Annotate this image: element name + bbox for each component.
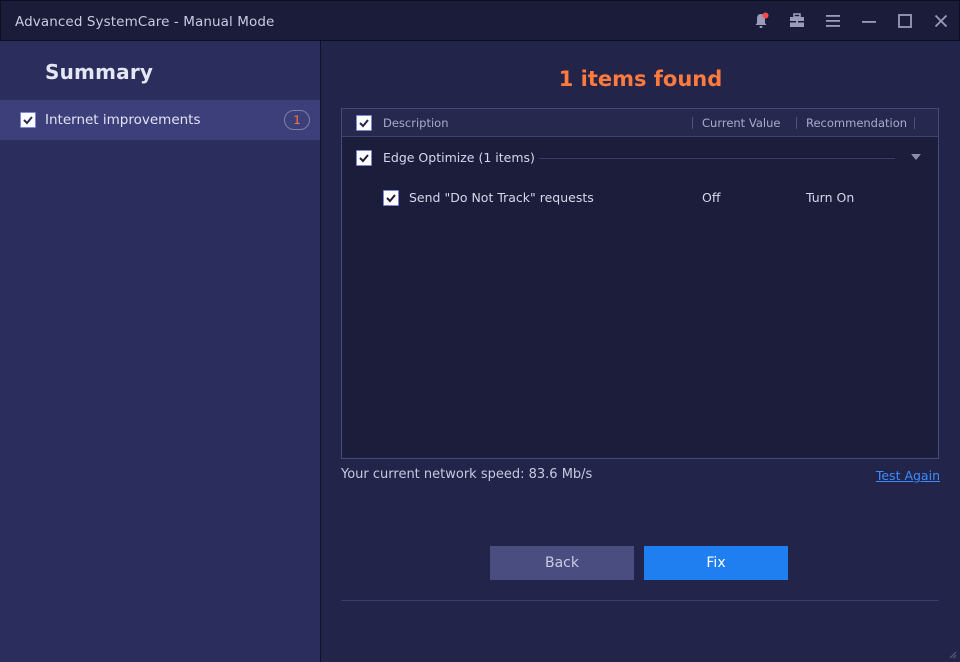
column-divider[interactable] [914,117,915,129]
menu-icon[interactable] [823,11,843,31]
fix-button[interactable]: Fix [644,546,788,580]
checkmark-icon [359,154,369,163]
test-again-link[interactable]: Test Again [876,468,940,483]
table-row[interactable]: Send "Do Not Track" requests Off Turn On [342,187,938,209]
item-current-value: Off [702,190,721,205]
collapse-caret-icon[interactable] [911,154,921,160]
title-bar: Advanced SystemCare - Manual Mode [0,0,960,41]
item-checkbox[interactable] [383,190,399,206]
column-divider[interactable] [796,117,797,129]
checkmark-icon [359,119,369,128]
group-row-edge-optimize[interactable]: Edge Optimize (1 items) [342,147,938,169]
sidebar: Summary Internet improvements 1 [0,41,321,662]
sidebar-item-checkbox[interactable] [20,112,36,128]
count-badge: 1 [284,110,310,130]
main-panel: 1 items found Description Current Value … [321,41,960,662]
items-found-heading: 1 items found [558,67,723,91]
column-header-description: Description [383,116,449,130]
maximize-icon[interactable] [895,11,915,31]
column-divider[interactable] [692,117,693,129]
item-recommendation: Turn On [806,190,855,205]
resize-grip-icon[interactable] [949,651,957,659]
minimize-icon[interactable] [859,11,879,31]
sidebar-item-internet-improvements[interactable]: Internet improvements 1 [0,100,320,140]
checkmark-icon [386,194,396,203]
column-header-recommendation: Recommendation [806,116,908,130]
bell-notification-icon[interactable] [751,11,771,31]
column-header-current-value: Current Value [702,116,781,130]
group-checkbox[interactable] [356,150,372,166]
toolbox-icon[interactable] [787,11,807,31]
item-description: Send "Do Not Track" requests [409,190,594,205]
bottom-divider [341,600,939,601]
close-icon[interactable] [931,11,951,31]
network-speed-text: Your current network speed: 83.6 Mb/s [341,467,593,482]
results-table: Description Current Value Recommendation… [341,108,939,459]
sidebar-item-label: Internet improvements [45,112,201,128]
back-button[interactable]: Back [490,546,634,580]
sidebar-title: Summary [45,60,154,84]
table-header: Description Current Value Recommendation [342,109,938,137]
window-title: Advanced SystemCare - Manual Mode [15,14,275,30]
select-all-checkbox[interactable] [356,115,372,131]
checkmark-icon [23,116,33,125]
group-divider [539,158,895,159]
group-label: Edge Optimize (1 items) [383,150,535,165]
